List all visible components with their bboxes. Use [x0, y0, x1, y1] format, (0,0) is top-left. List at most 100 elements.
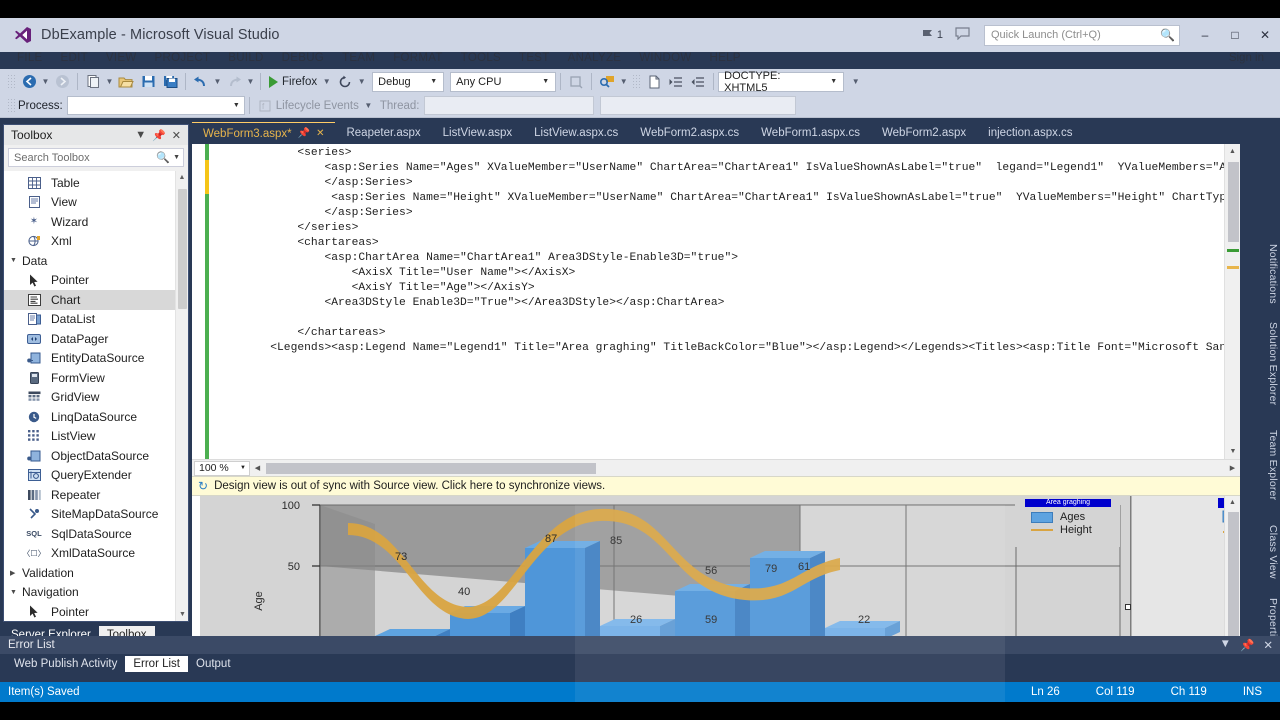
solution-platform-select[interactable]: Any CPU ▼: [450, 71, 557, 92]
sign-in-link[interactable]: Sign in: [1229, 52, 1264, 64]
bottom-tab-output[interactable]: Output: [188, 656, 239, 672]
thread-select[interactable]: [423, 96, 594, 115]
toolbox-item-sitemapdatasource[interactable]: SiteMapDataSource: [4, 505, 188, 525]
new-file-icon[interactable]: [643, 71, 665, 92]
toolbar-grip[interactable]: [7, 73, 15, 90]
menu-debug[interactable]: DEBUG: [273, 50, 333, 66]
menu-analyze[interactable]: ANALYZE: [559, 50, 631, 66]
toolbox-item-table[interactable]: Table: [4, 173, 188, 193]
quick-launch-input[interactable]: Quick Launch (Ctrl+Q) 🔍: [984, 24, 1180, 46]
source-code-editor[interactable]: <series> <asp:Series Name="Ages" XValueM…: [192, 144, 1240, 476]
start-debug-button[interactable]: Firefox ▼: [269, 75, 332, 88]
scroll-right-icon[interactable]: ▶: [1225, 464, 1240, 472]
refresh-dropdown-icon[interactable]: ▼: [356, 77, 367, 86]
toolbox-group-data[interactable]: ▼ Data: [4, 251, 188, 271]
menu-project[interactable]: PROJECT: [146, 50, 220, 66]
editor-horizontal-scrollbar[interactable]: [266, 460, 1224, 476]
new-project-icon[interactable]: [82, 71, 104, 92]
find-in-files-icon[interactable]: [596, 71, 618, 92]
toolbox-search-input[interactable]: Search Toolbox 🔍 ▼: [8, 148, 184, 167]
toolbar-overflow-icon[interactable]: ▼: [850, 77, 861, 86]
undo-dropdown-icon[interactable]: ▼: [212, 77, 223, 86]
doctype-select[interactable]: DOCTYPE: XHTML5 ▼: [718, 70, 845, 94]
redo-icon[interactable]: [223, 71, 245, 92]
new-project-dropdown-icon[interactable]: ▼: [104, 77, 115, 86]
toolbox-group-navigation[interactable]: ▼ Navigation: [4, 583, 188, 603]
toolbox-item-repeater[interactable]: Repeater: [4, 485, 188, 505]
menu-window[interactable]: WINDOW: [630, 50, 700, 66]
stack-frame-select[interactable]: [599, 96, 796, 115]
scrollbar-thumb[interactable]: [178, 189, 187, 309]
rail-tab-solution-explorer[interactable]: Solution Explorer: [1264, 318, 1280, 409]
toolbar-grip[interactable]: [7, 97, 15, 114]
scrollbar-thumb[interactable]: [266, 462, 596, 474]
menu-test[interactable]: TEST: [510, 50, 559, 66]
toolbox-item-chart[interactable]: Chart: [4, 290, 188, 310]
document-tab-reapeter[interactable]: Reapeter.aspx: [335, 122, 431, 144]
menu-build[interactable]: BUILD: [219, 50, 272, 66]
chevron-down-icon[interactable]: ▼: [135, 129, 146, 142]
save-icon[interactable]: [137, 71, 159, 92]
toolbox-item-list[interactable]: Table View ✶ Wizard Xml ▼ Data Pointer C…: [4, 171, 188, 621]
document-tab-listview-cs[interactable]: ListView.aspx.cs: [523, 122, 629, 144]
menu-file[interactable]: FILE: [8, 50, 52, 66]
toolbox-item-gridview[interactable]: GridView: [4, 388, 188, 408]
notifications-flag-button[interactable]: 1: [922, 29, 943, 41]
chevron-down-icon[interactable]: ▼: [173, 154, 180, 161]
toolbox-scrollbar[interactable]: ▲ ▼: [175, 171, 188, 621]
toolbox-item-linqdatasource[interactable]: LinqDataSource: [4, 407, 188, 427]
increase-indent-icon[interactable]: [665, 71, 687, 92]
toolbox-item-formview[interactable]: FormView: [4, 368, 188, 388]
navigate-backward-dropdown-icon[interactable]: ▼: [40, 77, 51, 86]
open-file-icon[interactable]: [115, 71, 137, 92]
toolbox-item-datapager[interactable]: DataPager: [4, 329, 188, 349]
toolbox-item-pointer[interactable]: Pointer: [4, 271, 188, 291]
close-icon[interactable]: ✕: [172, 129, 181, 142]
rail-tab-team-explorer[interactable]: Team Explorer: [1264, 426, 1280, 504]
refresh-icon[interactable]: [334, 71, 356, 92]
scroll-up-icon[interactable]: ▲: [1225, 144, 1240, 159]
menu-view[interactable]: VIEW: [97, 50, 146, 66]
toolbox-item-view[interactable]: View: [4, 193, 188, 213]
process-select[interactable]: ▼: [66, 96, 245, 115]
document-tab-listview-aspx[interactable]: ListView.aspx: [432, 122, 523, 144]
solution-configuration-select[interactable]: Debug ▼: [372, 71, 445, 92]
toolbox-item-listview[interactable]: ListView: [4, 427, 188, 447]
document-tab-webform3[interactable]: WebForm3.aspx* 📌 ✕: [192, 122, 336, 144]
close-icon[interactable]: ✕: [316, 128, 324, 139]
navigate-backward-icon[interactable]: [18, 71, 40, 92]
bottom-tab-error-list[interactable]: Error List: [125, 656, 188, 672]
rail-tab-notifications[interactable]: Notifications: [1264, 240, 1280, 308]
scrollbar-thumb[interactable]: [1228, 162, 1239, 242]
decrease-indent-icon[interactable]: [687, 71, 709, 92]
toolbox-item-wizard[interactable]: ✶ Wizard: [4, 212, 188, 232]
document-tab-webform1-cs[interactable]: WebForm1.aspx.cs: [750, 122, 871, 144]
design-sync-bar[interactable]: ↻ Design view is out of sync with Source…: [192, 476, 1240, 496]
menu-format[interactable]: FORMAT: [384, 50, 452, 66]
close-icon[interactable]: ✕: [1263, 638, 1273, 652]
attach-process-icon[interactable]: [565, 71, 587, 92]
navigate-forward-icon[interactable]: [51, 71, 73, 92]
menu-edit[interactable]: EDIT: [52, 50, 97, 66]
toolbox-item-objectdatasource[interactable]: ObjectDataSource: [4, 446, 188, 466]
pin-icon[interactable]: 📌: [152, 129, 166, 142]
bottom-tab-web-publish-activity[interactable]: Web Publish Activity: [6, 656, 125, 672]
scroll-up-icon[interactable]: ▲: [176, 171, 188, 184]
toolbox-group-validation[interactable]: ▶ Validation: [4, 563, 188, 583]
lifecycle-dropdown-icon[interactable]: ▼: [363, 101, 374, 110]
rail-tab-class-view[interactable]: Class View: [1264, 521, 1280, 583]
editor-zoom-select[interactable]: 100 % ▼: [194, 460, 250, 476]
editor-vertical-scrollbar[interactable]: ▲ ▼: [1224, 144, 1240, 476]
save-all-icon[interactable]: [159, 71, 181, 92]
menu-help[interactable]: HELP: [701, 50, 750, 66]
toolbox-item-pointer-navigation[interactable]: Pointer: [4, 602, 188, 621]
toolbox-item-entitydatasource[interactable]: EntityDataSource: [4, 349, 188, 369]
redo-dropdown-icon[interactable]: ▼: [245, 77, 256, 86]
chart-selection-handle[interactable]: [1125, 604, 1131, 610]
start-debug-dropdown-icon[interactable]: ▼: [321, 77, 332, 86]
scroll-down-icon[interactable]: ▼: [1225, 444, 1240, 459]
toolbox-item-xmldatasource[interactable]: 〈☐〉 XmlDataSource: [4, 544, 188, 564]
toolbar-grip[interactable]: [632, 73, 641, 90]
editor-code-text[interactable]: <series> <asp:Series Name="Ages" XValueM…: [216, 144, 1224, 460]
chevron-down-icon[interactable]: ▼: [1220, 638, 1231, 652]
